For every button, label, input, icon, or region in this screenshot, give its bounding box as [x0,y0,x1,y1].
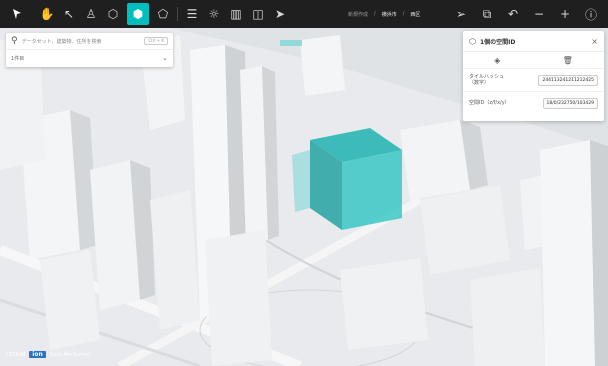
layers-icon[interactable]: ◈ [494,56,500,65]
ion-logo[interactable]: ion [29,351,46,358]
send-share-icon[interactable]: ➤ [269,0,291,28]
spatial-id-row: 空間ID（z/f/x/y） 18/0/232750/103429 [463,91,604,114]
delete-icon[interactable]: 🗑 [563,56,573,65]
minus-icon[interactable]: − [526,0,552,28]
spatial-id-tool-icon[interactable]: ⬢ [127,3,149,25]
app-logo-icon[interactable] [6,0,28,28]
box-tool-icon[interactable]: ⬡ [102,0,124,28]
toolbar-divider [177,7,178,21]
data-attribution-link[interactable]: Data Attribution [50,352,90,358]
screenshot-icon[interactable]: ⧉ [474,0,500,28]
main-toolbar: ✋ ↖ ♙ ⬡ ⬢ ⬠ ☰ ☼ ▥ ◫ ➤ 新規作成 / 横浜市 / 西区 ➢ … [0,0,608,28]
map-credits: CESIUM ion Data Attribution [6,351,90,358]
breadcrumb-project[interactable]: 新規作成 [348,11,368,18]
undo-icon[interactable]: ↶ [500,0,526,28]
voxel-icon: ⬡ [469,36,476,46]
area-select[interactable]: 1件目 ⌄ [6,50,173,66]
panel-header: ⬡ 1個の空間ID × [463,31,604,52]
person-pin-icon[interactable]: ♙ [80,0,102,28]
search-input[interactable]: ⚲ データセット、建築物、住所を検索 Ctrl + K [6,33,173,50]
info-icon[interactable]: ⓘ [578,0,604,28]
chevron-down-icon: ⌄ [162,54,168,62]
cesium-logo[interactable]: CESIUM [6,352,25,358]
sun-shadow-icon[interactable]: ☼ [203,0,225,28]
spatial-id-label: 空間ID（z/f/x/y） [469,100,510,106]
spatial-id-panel: ⬡ 1個の空間ID × ◈ 🗑 タイルハッシュ（数字） 244113241211… [463,31,604,121]
area-select-value: 1件目 [11,55,25,62]
breadcrumb-city[interactable]: 横浜市 [382,11,397,18]
hand-pan-icon[interactable]: ✋ [36,0,58,28]
tile-hash-row: タイルハッシュ（数字） 244113241211212425 [463,68,604,91]
map-view-icon[interactable]: ▥ [225,0,247,28]
breadcrumb: 新規作成 / 横浜市 / 西区 [348,11,421,18]
send-icon[interactable]: ➢ [448,0,474,28]
polygon-tool-icon[interactable]: ⬠ [152,0,174,28]
search-panel: ⚲ データセット、建築物、住所を検索 Ctrl + K 1件目 ⌄ [6,33,173,67]
panel-tools: ◈ 🗑 [463,52,604,68]
tile-hash-value[interactable]: 244113241211212425 [538,74,598,86]
panel-title: 1個の空間ID [479,38,516,46]
close-icon[interactable]: × [591,37,598,46]
search-icon: ⚲ [11,36,18,46]
breadcrumb-ward[interactable]: 西区 [410,11,420,18]
toolbar-right-group: ➢ ⧉ ↶ − + ⓘ [448,0,604,28]
tile-hash-label: タイルハッシュ（数字） [469,74,505,86]
split-view-icon[interactable]: ◫ [247,0,269,28]
spatial-id-value[interactable]: 18/0/232750/103429 [542,97,598,109]
search-placeholder: データセット、建築物、住所を検索 [21,38,102,45]
cursor-select-icon[interactable]: ↖ [58,0,80,28]
layers-filter-icon[interactable]: ☰ [181,0,203,28]
shortcut-badge: Ctrl + K [144,37,168,45]
plus-icon[interactable]: + [552,0,578,28]
